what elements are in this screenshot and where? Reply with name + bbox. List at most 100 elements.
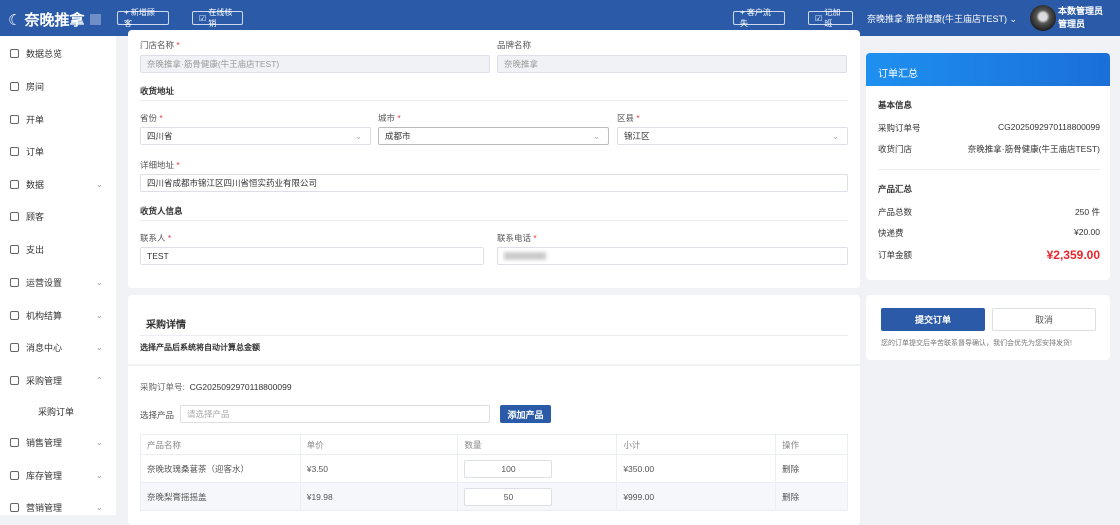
edit-icon: ☑ — [199, 13, 209, 23]
chevron-down-icon: ⌄ — [96, 342, 103, 352]
cancel-button[interactable]: 取消 — [992, 308, 1096, 331]
sidebar-item-2[interactable]: 开单 — [0, 109, 116, 129]
edit-icon: ☑ — [815, 13, 825, 23]
moon-logo-icon: ☾ — [8, 11, 22, 29]
sidebar-item-13[interactable]: 营销管理 ⌄ — [0, 497, 116, 517]
inventory-icon — [10, 470, 19, 480]
table-row: 奈晚梨膏摇摇盖 ¥19.98 50 ¥999.00 删除 — [140, 482, 848, 511]
delete-link[interactable]: 删除 — [775, 454, 848, 483]
phone-label: 联系电话 * — [497, 233, 537, 243]
product-summary-title: 产品汇总 — [878, 184, 913, 194]
chevron-up-icon: ⌃ — [96, 375, 103, 385]
sidebar-item-12[interactable]: 库存管理 ⌄ — [0, 465, 116, 485]
chevron-down-icon: ⌄ — [96, 502, 103, 512]
submit-order-button[interactable]: 提交订单 — [881, 308, 985, 331]
divider — [140, 335, 848, 336]
quantity-input[interactable]: 50 — [464, 487, 553, 506]
sidebar-item-10[interactable]: 采购管理 ⌃ — [0, 370, 116, 390]
chevron-down-icon: ⌄ — [96, 277, 103, 287]
chart-icon — [10, 179, 19, 189]
chevron-down-icon: ⌄ — [96, 437, 103, 447]
sidebar-item-11[interactable]: 销售管理 ⌄ — [0, 432, 116, 452]
product-table: 产品名称 单价 数量 小计 操作 奈晚玫瑰桑葚茶（迎客水） ¥3.50 100 ¥350.00… — [140, 434, 848, 511]
sidebar-item-0[interactable]: 数据总览 — [0, 43, 116, 63]
divider — [128, 364, 860, 366]
user-icon — [10, 211, 19, 221]
brand-label: 品牌名称 — [497, 40, 532, 50]
province-select[interactable]: 四川省 ⌄ — [140, 127, 371, 145]
delete-link[interactable]: 删除 — [775, 482, 848, 511]
store-selector[interactable]: 奈晚推拿·筋骨健康(牛王庙店TEST) ⌄ — [867, 12, 1017, 25]
divider — [878, 169, 1100, 170]
sidebar-item-1[interactable]: 房间 — [0, 76, 116, 96]
table-header: 产品名称 单价 数量 小计 操作 — [140, 434, 848, 455]
province-label: 省份 * — [140, 113, 163, 123]
receiver-section-title: 收货人信息 — [140, 206, 183, 216]
order-no-row: 采购订单号: CG2025092970118800099 — [140, 382, 292, 392]
summary-store: 收货门店 奈晚推拿·筋骨健康(牛王庙店TEST) — [878, 144, 1100, 154]
chevron-down-icon: ⌄ — [354, 130, 362, 141]
settlement-icon — [10, 310, 19, 320]
chevron-down-icon: ⌄ — [831, 130, 839, 141]
product-select-input[interactable]: 请选择产品 — [180, 405, 490, 423]
order-icon — [10, 146, 19, 156]
marketing-icon — [10, 502, 19, 512]
cart-icon — [10, 375, 19, 385]
qr-icon — [90, 14, 102, 25]
sidebar-item-5[interactable]: 顾客 — [0, 206, 116, 226]
settings-icon — [10, 277, 19, 287]
sidebar-subitem-purchase-order[interactable]: 采购订单 — [0, 401, 116, 421]
monitor-icon — [10, 48, 19, 58]
district-label: 区县 * — [617, 113, 640, 123]
purchase-hint: 选择产品后系统将自动计算总金额 — [140, 343, 260, 352]
table-row: 奈晚玫瑰桑葚茶（迎客水） ¥3.50 100 ¥350.00 删除 — [140, 454, 848, 483]
district-select[interactable]: 锦江区 ⌄ — [617, 127, 848, 145]
blurred-phone — [504, 252, 546, 260]
customer-loss-button[interactable]: + 客户流失 — [733, 8, 785, 28]
phone-input[interactable] — [497, 247, 848, 265]
chevron-down-icon: ⌄ — [1009, 14, 1018, 24]
avatar[interactable] — [1030, 5, 1056, 31]
quantity-input[interactable]: 100 — [464, 459, 553, 478]
sidebar-item-4[interactable]: 数据 ⌄ — [0, 174, 116, 194]
contact-label: 联系人 * — [140, 233, 172, 243]
summary-total-count: 产品总数 250 件 — [878, 207, 1100, 217]
summary-shipping: 快递费 ¥20.00 — [878, 227, 1100, 238]
chevron-down-icon: ⌄ — [96, 470, 103, 480]
user-info[interactable]: 本数管理员 管理员 — [1058, 5, 1103, 31]
sidebar: 数据总览房间开单订单数据 ⌄ 顾客支出运营设置 ⌄ 机构结算 ⌄ 消息中心 ⌄ 采购管理 ⌃ 销售管… — [0, 36, 116, 515]
document-icon — [10, 114, 19, 124]
sidebar-item-3[interactable]: 订单 — [0, 141, 116, 161]
summary-amount: 订单金额 ¥2,359.00 — [878, 248, 1100, 262]
summary-order-no: 采购订单号 CG2025092970118800099 — [878, 122, 1100, 133]
store-name-input[interactable]: 奈晚推拿·筋骨健康(牛王庙店TEST) — [140, 55, 490, 73]
sidebar-item-7[interactable]: 运营设置 ⌄ — [0, 272, 116, 292]
chevron-down-icon: ⌄ — [96, 310, 103, 320]
brand-input[interactable]: 奈晚推拿 — [497, 55, 847, 73]
sidebar-item-6[interactable]: 支出 — [0, 239, 116, 259]
logo[interactable]: ☾ 奈晚推拿 — [8, 9, 102, 30]
add-product-button[interactable]: 添加产品 — [500, 405, 551, 423]
divider — [140, 220, 848, 221]
chevron-down-icon: ⌄ — [96, 179, 103, 189]
sidebar-item-8[interactable]: 机构结算 ⌄ — [0, 305, 116, 325]
new-customer-button[interactable]: + 新增顾客 — [117, 8, 169, 28]
message-icon — [10, 342, 19, 352]
address-section-title: 收货地址 — [140, 86, 175, 96]
store-name-label: 门店名称 * — [140, 40, 180, 50]
sidebar-item-9[interactable]: 消息中心 ⌄ — [0, 337, 116, 357]
online-verify-button[interactable]: ☑ 在线核销 — [192, 8, 243, 28]
overtime-button[interactable]: ☑ 记加班 — [808, 8, 853, 28]
city-select[interactable]: 成都市 ⌄ — [378, 127, 609, 145]
contact-input[interactable]: TEST — [140, 247, 484, 265]
order-summary-card — [866, 53, 1110, 280]
select-product-label: 选择产品 — [140, 410, 175, 420]
detail-address-input[interactable]: 四川省成都市锦江区四川省恒实药业有限公司 — [140, 174, 848, 192]
chevron-down-icon: ⌄ — [592, 130, 600, 141]
divider — [140, 100, 848, 101]
sales-icon — [10, 437, 19, 447]
summary-header: 订单汇总 — [866, 53, 1110, 86]
home-icon — [10, 81, 19, 91]
basic-info-title: 基本信息 — [878, 100, 913, 110]
city-label: 城市 * — [378, 113, 401, 123]
